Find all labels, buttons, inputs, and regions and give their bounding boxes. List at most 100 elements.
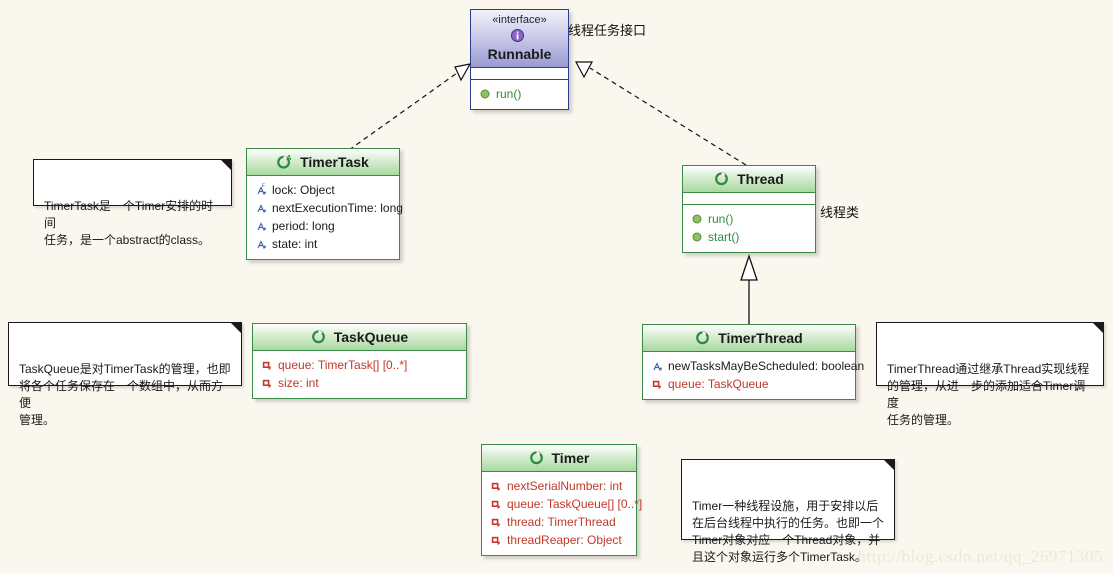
class-header-timer: Timer xyxy=(482,445,636,473)
member-label: queue: TaskQueue[] [0..*] xyxy=(507,497,643,512)
realization-arrowhead-thread xyxy=(575,61,593,79)
member-row: queue: TaskQueue[] [0..*] xyxy=(490,495,642,513)
label-thread-annotation: 线程类 xyxy=(820,205,860,220)
private-attribute-icon xyxy=(261,376,273,390)
label-runnable-annotation: 线程任务接口 xyxy=(568,23,647,38)
realization-arrowhead-timertask xyxy=(454,63,472,82)
public-operation-icon xyxy=(691,212,703,226)
note-timerthread[interactable]: TimerThread通过继承Thread实现线程 的管理，从进一步的添加适合T… xyxy=(876,322,1104,427)
member-label: period: long xyxy=(272,219,335,234)
class-header-taskqueue: TaskQueue xyxy=(253,324,466,352)
edge-thread-runnable xyxy=(589,67,747,166)
member-label: run() xyxy=(496,86,522,101)
class-name-runnable: Runnable xyxy=(487,45,552,62)
member-row: run() xyxy=(691,210,809,228)
member-label: queue: TaskQueue xyxy=(668,377,769,392)
note-fold-corner xyxy=(220,159,232,171)
note-text: TimerThread通过继承Thread实现线程 的管理，从进一步的添加适合T… xyxy=(887,362,1090,427)
private-attribute-icon xyxy=(490,479,502,493)
private-attribute-icon xyxy=(490,515,502,529)
diagram-canvas: «interface» Runnable run() 线程任务接口 A Time… xyxy=(0,0,1113,573)
watermark: http://blog.csdn.net/qq_26971305 xyxy=(857,547,1103,566)
class-icon xyxy=(714,171,729,186)
member-row: size: int xyxy=(261,374,460,392)
attributes-timertask: F lock: Object nextExecutionTime: long p… xyxy=(247,176,403,259)
package-attribute-icon xyxy=(255,237,267,251)
member-row: state: int xyxy=(255,235,393,253)
note-timertask[interactable]: TimerTask是一个Timer安排的时间 任务，是一个abstract的cl… xyxy=(33,159,232,247)
member-label: start() xyxy=(708,230,740,245)
member-label: nextSerialNumber: int xyxy=(507,479,623,494)
note-timer[interactable]: Timer一种线程设施，用于安排以后 在后台线程中执行的任务。也即一个 Time… xyxy=(681,459,895,564)
class-name-taskqueue: TaskQueue xyxy=(333,329,409,346)
attributes-timer: nextSerialNumber: int queue: TaskQueue[]… xyxy=(482,472,642,555)
class-icon xyxy=(529,450,544,465)
note-text: TaskQueue是对TimerTask的管理，也即 将各个任务保存在一个数组中… xyxy=(19,362,231,427)
member-row: threadReaper: Object xyxy=(490,531,630,549)
class-header-thread: Thread xyxy=(683,166,815,194)
svg-text:F: F xyxy=(262,184,266,190)
member-row: period: long xyxy=(255,217,393,235)
member-label: run() xyxy=(708,212,734,227)
member-row: queue: TimerTask[] [0..*] xyxy=(261,356,460,374)
class-header-timerthread: TimerThread xyxy=(643,325,855,353)
note-text: Timer一种线程设施，用于安排以后 在后台线程中执行的任务。也即一个 Time… xyxy=(692,499,885,564)
member-label: thread: TimerThread xyxy=(507,515,616,530)
member-row: nextSerialNumber: int xyxy=(490,477,630,495)
class-name-timerthread: TimerThread xyxy=(718,330,803,347)
class-box-timer[interactable]: Timer nextSerialNumber: int queue: TaskQ… xyxy=(481,444,642,557)
interface-icon xyxy=(510,28,525,43)
member-label: threadReaper: Object xyxy=(507,533,622,548)
class-box-taskqueue[interactable]: TaskQueue queue: TimerTask[] [0..*] size… xyxy=(252,323,467,400)
attributes-runnable xyxy=(471,68,568,80)
edge-timertask-runnable xyxy=(348,67,465,151)
member-label: lock: Object xyxy=(272,183,335,198)
member-label: queue: TimerTask[] [0..*] xyxy=(278,358,408,373)
member-row: queue: TaskQueue xyxy=(651,375,849,393)
attributes-timerthread: newTasksMayBeScheduled: boolean queue: T… xyxy=(643,352,864,399)
member-label: state: int xyxy=(272,237,318,252)
class-name-timertask: TimerTask xyxy=(300,154,369,171)
member-label: size: int xyxy=(278,376,319,391)
member-row: thread: TimerThread xyxy=(490,513,630,531)
member-label: nextExecutionTime: long xyxy=(272,201,403,216)
package-final-attribute-icon: F xyxy=(255,183,267,197)
generalization-arrowhead-timerthread xyxy=(740,253,758,281)
public-operation-icon xyxy=(479,87,491,101)
attributes-thread xyxy=(683,193,815,206)
operations-runnable: run() xyxy=(471,80,568,109)
note-text: TimerTask是一个Timer安排的时间 任务，是一个abstract的cl… xyxy=(44,199,214,247)
package-attribute-icon xyxy=(255,201,267,215)
note-fold-corner xyxy=(230,322,242,334)
class-box-timerthread[interactable]: TimerThread newTasksMayBeScheduled: bool… xyxy=(642,324,864,401)
member-row: newTasksMayBeScheduled: boolean xyxy=(651,357,864,375)
class-header-timertask: A TimerTask xyxy=(247,149,399,177)
stereotype-interface: «interface» xyxy=(492,14,547,26)
note-fold-corner xyxy=(1092,322,1104,334)
member-row: start() xyxy=(691,228,809,246)
class-icon xyxy=(695,330,710,345)
class-header-runnable: «interface» Runnable xyxy=(471,10,568,68)
package-attribute-icon xyxy=(651,359,663,373)
member-row: nextExecutionTime: long xyxy=(255,199,403,217)
member-label: newTasksMayBeScheduled: boolean xyxy=(668,359,865,374)
private-attribute-icon xyxy=(490,497,502,511)
note-fold-corner xyxy=(883,459,895,471)
operations-thread: run() start() xyxy=(683,205,815,252)
private-attribute-icon xyxy=(261,358,273,372)
class-box-thread[interactable]: Thread run() start() xyxy=(682,165,816,254)
svg-text:A: A xyxy=(287,155,292,162)
class-name-thread: Thread xyxy=(737,171,784,188)
member-row: F lock: Object xyxy=(255,181,393,199)
attributes-taskqueue: queue: TimerTask[] [0..*] size: int xyxy=(253,351,466,398)
class-name-timer: Timer xyxy=(551,450,590,467)
member-row: run() xyxy=(479,85,562,103)
class-box-timertask[interactable]: A TimerTask F lock: Object nextExecution… xyxy=(246,148,403,261)
package-attribute-icon xyxy=(255,219,267,233)
note-taskqueue[interactable]: TaskQueue是对TimerTask的管理，也即 将各个任务保存在一个数组中… xyxy=(8,322,242,427)
class-box-runnable[interactable]: «interface» Runnable run() xyxy=(470,9,569,110)
class-icon xyxy=(311,329,326,344)
abstract-class-icon: A xyxy=(277,154,292,169)
public-operation-icon xyxy=(691,230,703,244)
private-attribute-icon xyxy=(651,377,663,391)
